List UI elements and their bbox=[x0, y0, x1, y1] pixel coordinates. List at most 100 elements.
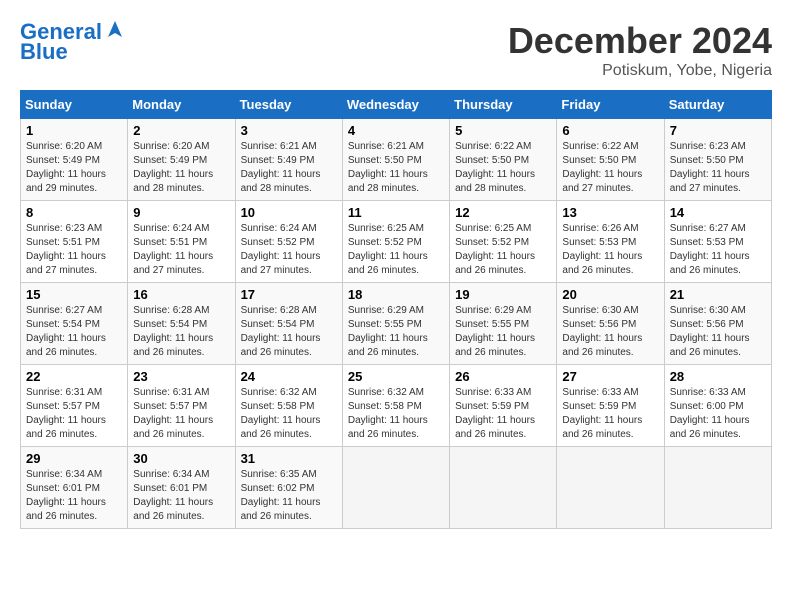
day-info: Sunrise: 6:31 AM Sunset: 5:57 PM Dayligh… bbox=[133, 386, 229, 442]
calendar-day-cell: 19 Sunrise: 6:29 AM Sunset: 5:55 PM Dayli… bbox=[450, 283, 557, 365]
day-info: Sunrise: 6:20 AM Sunset: 5:49 PM Dayligh… bbox=[133, 140, 229, 196]
calendar-day-cell: 10 Sunrise: 6:24 AM Sunset: 5:52 PM Dayli… bbox=[235, 201, 342, 283]
day-number: 30 bbox=[133, 451, 229, 466]
calendar-day-cell bbox=[342, 447, 449, 529]
day-info: Sunrise: 6:21 AM Sunset: 5:49 PM Dayligh… bbox=[241, 140, 337, 196]
calendar-day-cell: 25 Sunrise: 6:32 AM Sunset: 5:58 PM Dayli… bbox=[342, 365, 449, 447]
day-number: 16 bbox=[133, 287, 229, 302]
calendar-day-cell: 22 Sunrise: 6:31 AM Sunset: 5:57 PM Dayli… bbox=[21, 365, 128, 447]
calendar-day-cell: 11Sunrise: 6:25 AM Sunset: 5:52 PM Dayli… bbox=[342, 201, 449, 283]
day-info: Sunrise: 6:29 AM Sunset: 5:55 PM Dayligh… bbox=[455, 304, 551, 360]
day-info: Sunrise: 6:30 AM Sunset: 5:56 PM Dayligh… bbox=[670, 304, 766, 360]
calendar-day-cell: 30 Sunrise: 6:34 AM Sunset: 6:01 PM Dayli… bbox=[128, 447, 235, 529]
day-number: 26 bbox=[455, 369, 551, 384]
day-info: Sunrise: 6:24 AM Sunset: 5:52 PM Dayligh… bbox=[241, 222, 337, 278]
month-title: December 2024 bbox=[508, 20, 772, 62]
calendar-day-cell: 29Sunrise: 6:34 AM Sunset: 6:01 PM Dayli… bbox=[21, 447, 128, 529]
day-number: 27 bbox=[562, 369, 658, 384]
day-info: Sunrise: 6:22 AM Sunset: 5:50 PM Dayligh… bbox=[562, 140, 658, 196]
day-info: Sunrise: 6:31 AM Sunset: 5:57 PM Dayligh… bbox=[26, 386, 122, 442]
logo-bird-icon bbox=[104, 19, 126, 41]
calendar-day-cell: 15Sunrise: 6:27 AM Sunset: 5:54 PM Dayli… bbox=[21, 283, 128, 365]
day-number: 1 bbox=[26, 123, 122, 138]
calendar-day-cell: 6 Sunrise: 6:22 AM Sunset: 5:50 PM Daylig… bbox=[557, 119, 664, 201]
calendar-day-cell: 4Sunrise: 6:21 AM Sunset: 5:50 PM Daylig… bbox=[342, 119, 449, 201]
day-number: 10 bbox=[241, 205, 337, 220]
calendar-week-row: 1 Sunrise: 6:20 AM Sunset: 5:49 PM Daylig… bbox=[21, 119, 772, 201]
calendar-day-cell: 9 Sunrise: 6:24 AM Sunset: 5:51 PM Daylig… bbox=[128, 201, 235, 283]
calendar-table: SundayMondayTuesdayWednesdayThursdayFrid… bbox=[20, 90, 772, 529]
calendar-day-cell: 5Sunrise: 6:22 AM Sunset: 5:50 PM Daylig… bbox=[450, 119, 557, 201]
day-info: Sunrise: 6:34 AM Sunset: 6:01 PM Dayligh… bbox=[26, 468, 122, 524]
day-number: 14 bbox=[670, 205, 766, 220]
day-number: 25 bbox=[348, 369, 444, 384]
calendar-week-row: 8Sunrise: 6:23 AM Sunset: 5:51 PM Daylig… bbox=[21, 201, 772, 283]
calendar-day-cell: 14 Sunrise: 6:27 AM Sunset: 5:53 PM Dayli… bbox=[664, 201, 771, 283]
day-number: 17 bbox=[241, 287, 337, 302]
calendar-day-cell: 23 Sunrise: 6:31 AM Sunset: 5:57 PM Dayli… bbox=[128, 365, 235, 447]
calendar-day-cell: 7Sunrise: 6:23 AM Sunset: 5:50 PM Daylig… bbox=[664, 119, 771, 201]
day-number: 31 bbox=[241, 451, 337, 466]
day-info: Sunrise: 6:33 AM Sunset: 5:59 PM Dayligh… bbox=[455, 386, 551, 442]
day-info: Sunrise: 6:28 AM Sunset: 5:54 PM Dayligh… bbox=[133, 304, 229, 360]
day-number: 20 bbox=[562, 287, 658, 302]
calendar-week-row: 29Sunrise: 6:34 AM Sunset: 6:01 PM Dayli… bbox=[21, 447, 772, 529]
calendar-day-cell: 26 Sunrise: 6:33 AM Sunset: 5:59 PM Dayli… bbox=[450, 365, 557, 447]
calendar-day-cell: 21 Sunrise: 6:30 AM Sunset: 5:56 PM Dayli… bbox=[664, 283, 771, 365]
calendar-day-cell: 24 Sunrise: 6:32 AM Sunset: 5:58 PM Dayli… bbox=[235, 365, 342, 447]
day-number: 12 bbox=[455, 205, 551, 220]
calendar-day-cell: 31 Sunrise: 6:35 AM Sunset: 6:02 PM Dayli… bbox=[235, 447, 342, 529]
calendar-day-cell: 28 Sunrise: 6:33 AM Sunset: 6:00 PM Dayli… bbox=[664, 365, 771, 447]
day-number: 21 bbox=[670, 287, 766, 302]
calendar-day-cell bbox=[450, 447, 557, 529]
calendar-day-cell: 16 Sunrise: 6:28 AM Sunset: 5:54 PM Dayli… bbox=[128, 283, 235, 365]
day-info: Sunrise: 6:30 AM Sunset: 5:56 PM Dayligh… bbox=[562, 304, 658, 360]
day-of-week-header: Tuesday bbox=[235, 91, 342, 119]
calendar-day-cell: 20 Sunrise: 6:30 AM Sunset: 5:56 PM Dayli… bbox=[557, 283, 664, 365]
logo-text-line2: Blue bbox=[20, 40, 68, 64]
day-info: Sunrise: 6:25 AM Sunset: 5:52 PM Dayligh… bbox=[455, 222, 551, 278]
day-info: Sunrise: 6:28 AM Sunset: 5:54 PM Dayligh… bbox=[241, 304, 337, 360]
day-number: 23 bbox=[133, 369, 229, 384]
calendar-day-cell: 17 Sunrise: 6:28 AM Sunset: 5:54 PM Dayli… bbox=[235, 283, 342, 365]
day-info: Sunrise: 6:32 AM Sunset: 5:58 PM Dayligh… bbox=[241, 386, 337, 442]
day-info: Sunrise: 6:29 AM Sunset: 5:55 PM Dayligh… bbox=[348, 304, 444, 360]
calendar-day-cell: 1 Sunrise: 6:20 AM Sunset: 5:49 PM Daylig… bbox=[21, 119, 128, 201]
day-info: Sunrise: 6:20 AM Sunset: 5:49 PM Dayligh… bbox=[26, 140, 122, 196]
location-subtitle: Potiskum, Yobe, Nigeria bbox=[508, 62, 772, 80]
day-info: Sunrise: 6:33 AM Sunset: 5:59 PM Dayligh… bbox=[562, 386, 658, 442]
day-of-week-header: Saturday bbox=[664, 91, 771, 119]
calendar-header-row: SundayMondayTuesdayWednesdayThursdayFrid… bbox=[21, 91, 772, 119]
calendar-day-cell: 13 Sunrise: 6:26 AM Sunset: 5:53 PM Dayli… bbox=[557, 201, 664, 283]
day-number: 28 bbox=[670, 369, 766, 384]
day-of-week-header: Wednesday bbox=[342, 91, 449, 119]
day-number: 11 bbox=[348, 205, 444, 220]
day-of-week-header: Thursday bbox=[450, 91, 557, 119]
day-number: 19 bbox=[455, 287, 551, 302]
day-info: Sunrise: 6:33 AM Sunset: 6:00 PM Dayligh… bbox=[670, 386, 766, 442]
calendar-day-cell: 12 Sunrise: 6:25 AM Sunset: 5:52 PM Dayli… bbox=[450, 201, 557, 283]
title-block: December 2024 Potiskum, Yobe, Nigeria bbox=[508, 20, 772, 80]
day-info: Sunrise: 6:32 AM Sunset: 5:58 PM Dayligh… bbox=[348, 386, 444, 442]
day-info: Sunrise: 6:35 AM Sunset: 6:02 PM Dayligh… bbox=[241, 468, 337, 524]
calendar-day-cell: 18 Sunrise: 6:29 AM Sunset: 5:55 PM Dayli… bbox=[342, 283, 449, 365]
day-info: Sunrise: 6:27 AM Sunset: 5:53 PM Dayligh… bbox=[670, 222, 766, 278]
calendar-day-cell: 2 Sunrise: 6:20 AM Sunset: 5:49 PM Daylig… bbox=[128, 119, 235, 201]
calendar-week-row: 15Sunrise: 6:27 AM Sunset: 5:54 PM Dayli… bbox=[21, 283, 772, 365]
day-number: 6 bbox=[562, 123, 658, 138]
day-number: 24 bbox=[241, 369, 337, 384]
calendar-week-row: 22 Sunrise: 6:31 AM Sunset: 5:57 PM Dayli… bbox=[21, 365, 772, 447]
day-number: 2 bbox=[133, 123, 229, 138]
day-number: 18 bbox=[348, 287, 444, 302]
day-of-week-header: Sunday bbox=[21, 91, 128, 119]
day-number: 22 bbox=[26, 369, 122, 384]
day-number: 13 bbox=[562, 205, 658, 220]
day-number: 7 bbox=[670, 123, 766, 138]
day-number: 3 bbox=[241, 123, 337, 138]
day-info: Sunrise: 6:24 AM Sunset: 5:51 PM Dayligh… bbox=[133, 222, 229, 278]
day-number: 9 bbox=[133, 205, 229, 220]
day-info: Sunrise: 6:34 AM Sunset: 6:01 PM Dayligh… bbox=[133, 468, 229, 524]
day-info: Sunrise: 6:26 AM Sunset: 5:53 PM Dayligh… bbox=[562, 222, 658, 278]
day-info: Sunrise: 6:27 AM Sunset: 5:54 PM Dayligh… bbox=[26, 304, 122, 360]
calendar-day-cell: 27 Sunrise: 6:33 AM Sunset: 5:59 PM Dayli… bbox=[557, 365, 664, 447]
